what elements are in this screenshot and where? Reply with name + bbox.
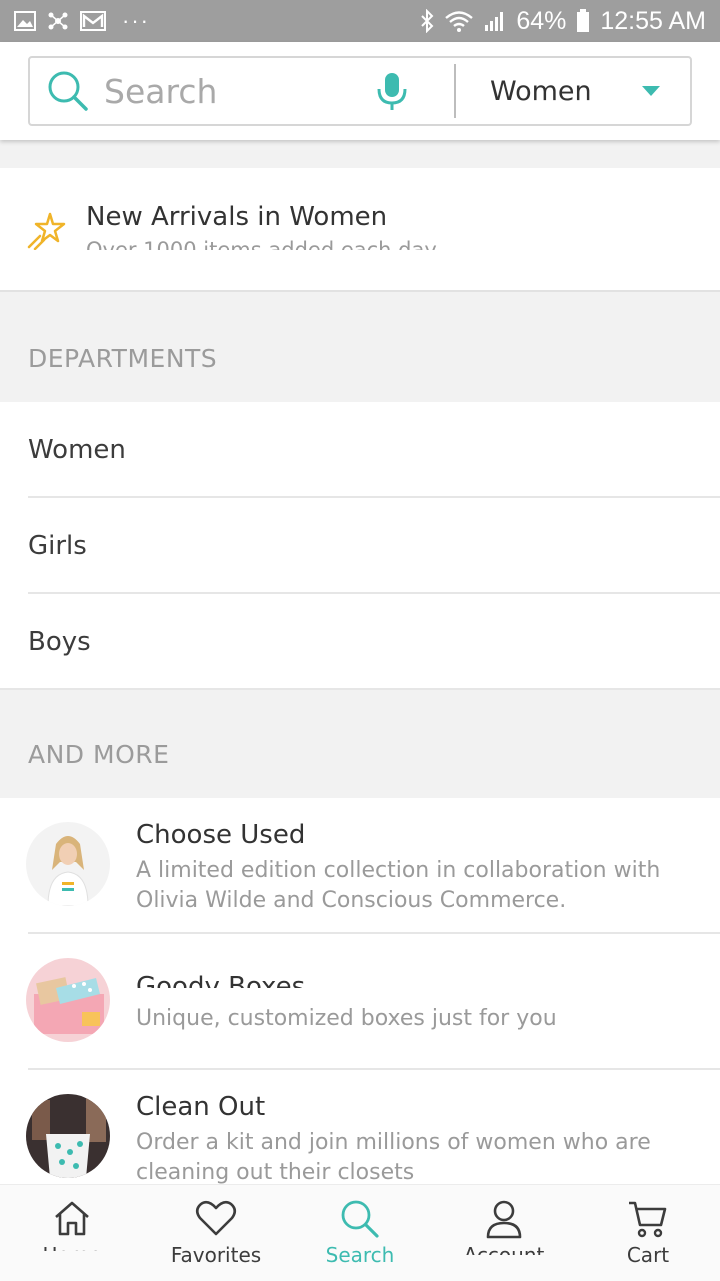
- department-item-girls[interactable]: Girls: [0, 498, 720, 594]
- search-icon: [48, 71, 88, 111]
- and-more-header: AND MORE: [0, 690, 720, 798]
- nav-favorites[interactable]: Favorites: [144, 1185, 288, 1281]
- and-more-title: Clean Out: [136, 1092, 266, 1122]
- new-arrivals-title: New Arrivals in Women: [86, 202, 388, 232]
- nav-search[interactable]: Search: [288, 1185, 432, 1281]
- choose-used-thumbnail: [26, 822, 110, 906]
- nav-label: Account: [463, 1243, 545, 1255]
- department-label: Boys: [28, 627, 91, 657]
- goody-boxes-thumbnail: [26, 958, 110, 1042]
- nav-home[interactable]: Home: [0, 1185, 144, 1281]
- new-arrivals-subtitle: Over 1000 items added each day: [86, 238, 437, 250]
- and-more-list: Choose Used A limited edition collection…: [0, 798, 720, 1184]
- departments-list: Women Girls Boys: [0, 402, 720, 690]
- microphone-icon[interactable]: [374, 71, 410, 111]
- department-item-boys[interactable]: Boys: [0, 594, 720, 690]
- signal-icon: [484, 10, 506, 32]
- gallery-icon: [14, 11, 36, 31]
- search-header: Women: [0, 42, 720, 140]
- home-icon: [55, 1201, 89, 1236]
- cart-icon: [629, 1201, 667, 1238]
- new-arrivals-banner[interactable]: New Arrivals in Women Over 1000 items ad…: [0, 168, 720, 292]
- and-more-description: A limited edition collection in collabor…: [136, 858, 661, 913]
- and-more-item-choose-used[interactable]: Choose Used A limited edition collection…: [0, 798, 720, 934]
- bottom-navigation: Home Favorites Search Account Cart: [0, 1184, 720, 1281]
- caret-down-icon: [642, 86, 660, 96]
- clean-out-thumbnail: [26, 1094, 110, 1178]
- department-label: Girls: [28, 531, 87, 561]
- mail-icon: [80, 11, 106, 31]
- and-more-item-clean-out[interactable]: Clean Out Order a kit and join millions …: [0, 1070, 720, 1184]
- search-bar: Women: [28, 56, 692, 126]
- clock: 12:55 AM: [600, 6, 706, 35]
- search-content: New Arrivals in Women Over 1000 items ad…: [0, 140, 720, 1184]
- heart-icon: [195, 1200, 237, 1236]
- department-dropdown[interactable]: Women: [456, 58, 690, 124]
- nav-label: Cart: [626, 1243, 670, 1267]
- search-input[interactable]: [104, 71, 354, 111]
- person-icon: [486, 1200, 522, 1239]
- nav-label: Search: [325, 1243, 395, 1267]
- departments-header: DEPARTMENTS: [0, 294, 720, 402]
- network-icon: [46, 10, 70, 32]
- and-more-description: Order a kit and join millions of women w…: [136, 1130, 651, 1184]
- nav-label: Home: [0, 1243, 144, 1251]
- battery-icon: [576, 9, 590, 33]
- shooting-star-icon: [27, 212, 66, 250]
- department-dropdown-value: Women: [490, 75, 592, 107]
- battery-percent: 64%: [516, 6, 567, 35]
- nav-cart[interactable]: Cart: [576, 1185, 720, 1281]
- and-more-description: Unique, customized boxes just for you: [136, 1006, 557, 1031]
- nav-account[interactable]: Account: [432, 1185, 576, 1281]
- department-item-women[interactable]: Women: [0, 402, 720, 498]
- bluetooth-icon: [420, 9, 434, 33]
- department-label: Women: [28, 435, 126, 465]
- wifi-icon: [444, 9, 474, 33]
- and-more-title: Goody Boxes: [136, 972, 306, 988]
- nav-label: Favorites: [170, 1243, 262, 1267]
- and-more-item-goody-boxes[interactable]: Goody Boxes Unique, customized boxes jus…: [0, 934, 720, 1070]
- and-more-title: Choose Used: [136, 820, 306, 850]
- more-notifications-icon: ···: [122, 8, 150, 33]
- search-icon: [341, 1200, 379, 1238]
- status-bar: ··· 64% 12:55 AM: [0, 0, 720, 42]
